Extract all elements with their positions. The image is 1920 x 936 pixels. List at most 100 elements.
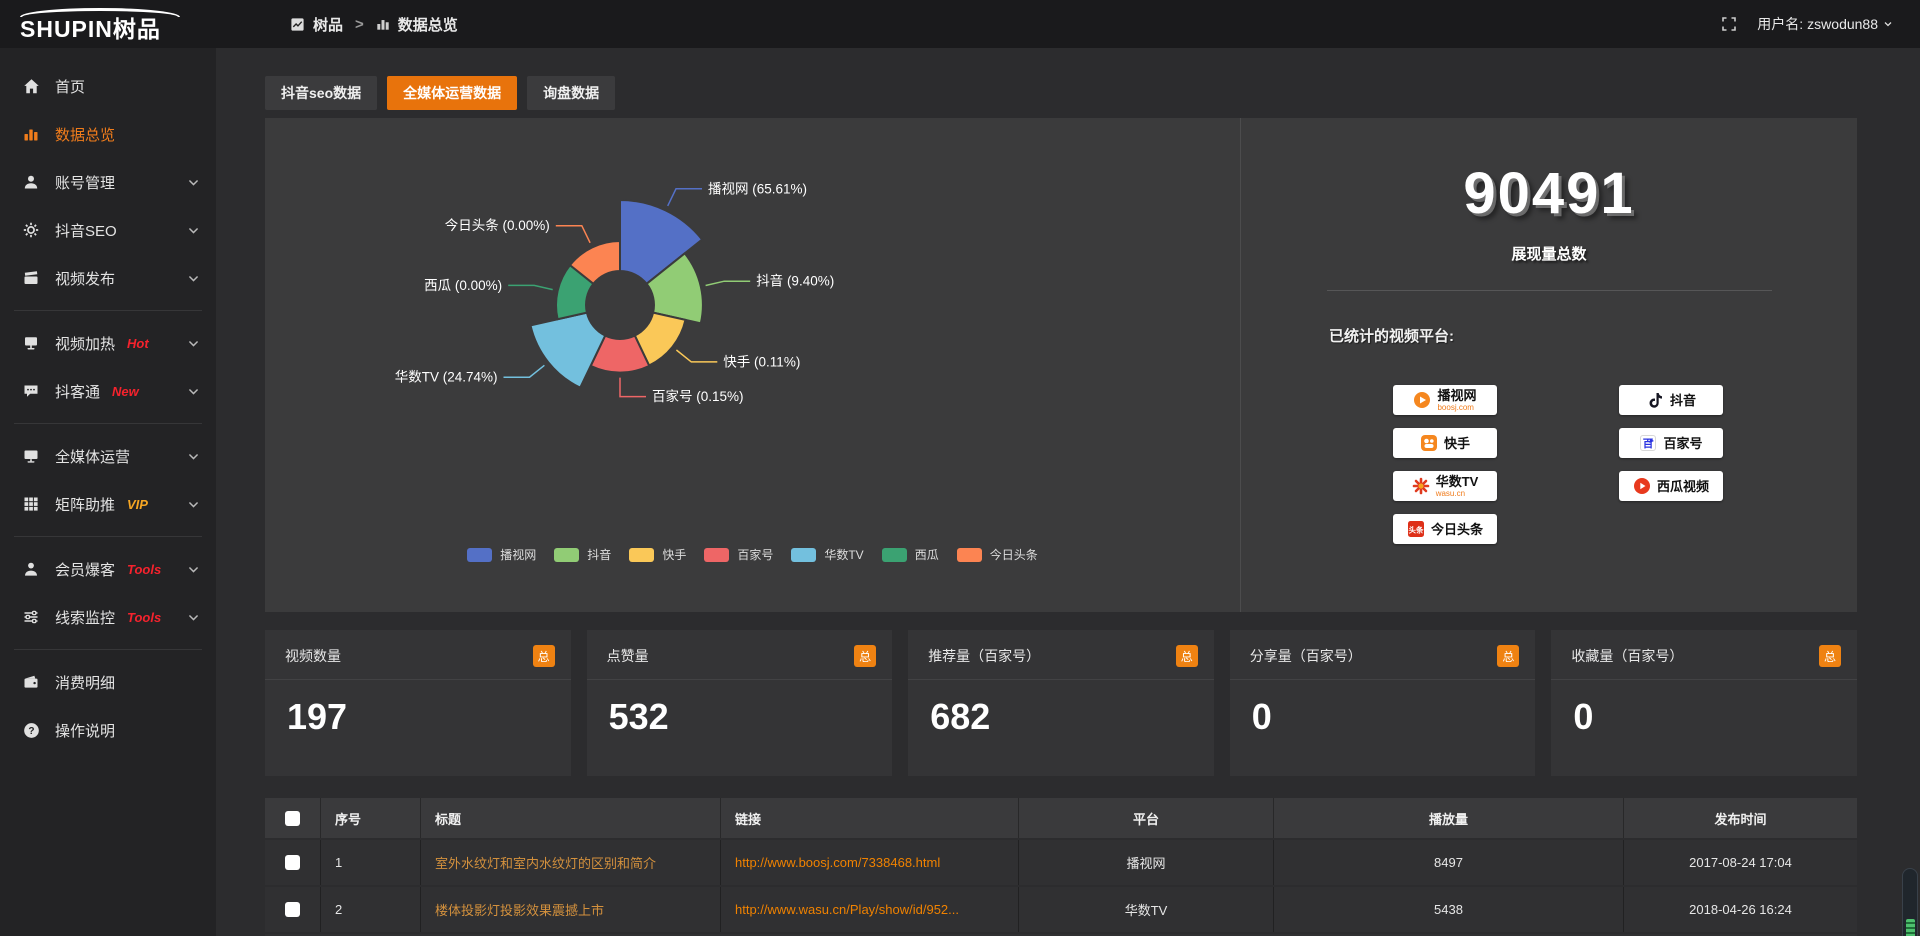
- sidebar-item-chat[interactable]: 抖客通New: [0, 367, 216, 415]
- sidebar-item-question[interactable]: ? 操作说明: [0, 706, 216, 754]
- legend-label: 西瓜: [915, 546, 939, 563]
- pie-label: 西瓜 (0.00%): [424, 278, 502, 293]
- tab-1[interactable]: 抖音seo数据: [265, 76, 377, 110]
- video-title-link[interactable]: 楼体投影灯投影效果震撼上市: [435, 900, 604, 919]
- app-window: SHUPIN树品 树品 > 数据总览 用户名: zswodun88 首页数据总览…: [0, 0, 1920, 936]
- user-icon: [22, 174, 40, 190]
- legend-item-西瓜[interactable]: 西瓜: [882, 546, 939, 563]
- column-header: 平台: [1019, 798, 1274, 838]
- sidebar-item-label: 会员爆客: [55, 559, 115, 580]
- legend-swatch: [554, 548, 579, 562]
- legend-item-百家号[interactable]: 百家号: [704, 546, 773, 563]
- row-index: 2: [321, 887, 421, 932]
- chevron-down-icon: [187, 563, 200, 576]
- sidebar-item-gear[interactable]: 抖音SEO: [0, 206, 216, 254]
- video-url-link[interactable]: http://www.boosj.com/7338468.html: [735, 855, 940, 870]
- fullscreen-icon[interactable]: [1721, 16, 1737, 32]
- pie-label-line: [508, 285, 553, 289]
- chevron-down-icon: [187, 224, 200, 237]
- pie-label-line: [620, 378, 646, 397]
- video-url-link[interactable]: http://www.wasu.cn/Play/show/id/952...: [735, 902, 959, 917]
- sidebar-item-wallet[interactable]: 消费明细: [0, 658, 216, 706]
- videos-table: 序号标题链接平台播放量发布时间1室外水纹灯和室内水纹灯的区别和简介http://…: [265, 798, 1857, 936]
- platform-name: 华数TV: [1436, 475, 1479, 488]
- sidebar-item-badge: VIP: [127, 497, 148, 512]
- pie-svg: 播视网 (65.61%)抖音 (9.40%)快手 (0.11%)百家号 (0.1…: [265, 118, 1240, 612]
- sidebar-item-badge: Tools: [127, 610, 161, 625]
- select-all-cell: [265, 798, 321, 838]
- legend-item-今日头条[interactable]: 今日头条: [957, 546, 1038, 563]
- platforms-label: 已统计的视频平台:: [1329, 325, 1857, 346]
- legend-label: 今日头条: [990, 546, 1038, 563]
- rose-pie-chart: 播视网 (65.61%)抖音 (9.40%)快手 (0.11%)百家号 (0.1…: [265, 118, 1240, 612]
- chevron-down-icon: [187, 385, 200, 398]
- breadcrumb-root[interactable]: 树品: [313, 14, 343, 35]
- sidebar-item-badge: New: [112, 384, 139, 399]
- sidebar-item-label: 全媒体运营: [55, 446, 130, 467]
- breadcrumb-current[interactable]: 数据总览: [398, 14, 458, 35]
- video-title-link[interactable]: 室外水纹灯和室内水纹灯的区别和简介: [435, 853, 656, 872]
- overview-panel: 播视网 (65.61%)抖音 (9.40%)快手 (0.11%)百家号 (0.1…: [265, 118, 1857, 612]
- scrollbar-thumb[interactable]: [1906, 919, 1915, 936]
- sidebar-item-monitor[interactable]: 全媒体运营: [0, 432, 216, 480]
- total-badge: 总: [1819, 645, 1841, 667]
- svg-text:头条: 头条: [1408, 525, 1424, 535]
- sidebar-item-heat[interactable]: 视频加热Hot: [0, 319, 216, 367]
- sidebar-item-user[interactable]: 账号管理: [0, 158, 216, 206]
- row-platform: 播视网: [1019, 840, 1274, 885]
- pie-slice-华数TV[interactable]: [531, 313, 606, 388]
- sidebar-item-chart[interactable]: 数据总览: [0, 110, 216, 158]
- tab-3[interactable]: 询盘数据: [527, 76, 615, 110]
- pie-label-line: [668, 189, 702, 206]
- stat-card-title: 收藏量（百家号）: [1571, 646, 1683, 666]
- platform-badge-toutiao: 头条今日头条: [1393, 514, 1497, 544]
- sidebar-divider: [14, 423, 202, 424]
- stat-card-title: 分享量（百家号）: [1250, 646, 1362, 666]
- stat-card-title: 推荐量（百家号）: [928, 646, 1040, 666]
- row-plays: 5438: [1274, 887, 1624, 932]
- sidebar-item-label: 矩阵助推: [55, 494, 115, 515]
- sidebar-item-person[interactable]: 会员爆客Tools: [0, 545, 216, 593]
- legend-item-快手[interactable]: 快手: [629, 546, 686, 563]
- total-badge: 总: [1176, 645, 1198, 667]
- gear-icon: [22, 222, 40, 238]
- sidebar-item-label: 操作说明: [55, 720, 115, 741]
- sidebar: 首页数据总览账号管理抖音SEO视频发布视频加热Hot抖客通New 全媒体运营矩阵助…: [0, 48, 216, 936]
- stat-card-4: 分享量（百家号）总0: [1230, 630, 1536, 776]
- pie-label-line: [556, 226, 590, 243]
- tab-2[interactable]: 全媒体运营数据: [387, 76, 517, 110]
- table-row: 2 楼体投影灯投影效果震撼上市 http://www.wasu.cn/Play/sh…: [265, 887, 1857, 932]
- pie-label: 抖音 (9.40%): [756, 273, 834, 289]
- chevron-down-icon: [187, 498, 200, 511]
- user-menu[interactable]: 用户名: zswodun88: [1757, 14, 1894, 34]
- stat-card-header: 收藏量（百家号） 总: [1551, 630, 1857, 680]
- select-all-checkbox[interactable]: [285, 811, 300, 826]
- sidebar-item-home[interactable]: 首页: [0, 62, 216, 110]
- platform-badge-wasu: 华数TVwasu.cn: [1393, 471, 1497, 501]
- chevron-down-icon: [1882, 18, 1894, 30]
- summary-zone: 90491 展现量总数 已统计的视频平台: 播视网boosj.com快手华数TV…: [1240, 118, 1857, 612]
- column-header: 序号: [321, 798, 421, 838]
- sidebar-item-sliders[interactable]: 线索监控 Tools: [0, 593, 216, 641]
- legend-swatch: [629, 548, 654, 562]
- platform-name: 播视网: [1437, 389, 1476, 402]
- sidebar-item-grid[interactable]: 矩阵助推 VIP: [0, 480, 216, 528]
- legend-item-抖音[interactable]: 抖音: [554, 546, 611, 563]
- legend-item-播视网[interactable]: 播视网: [467, 546, 536, 563]
- legend-swatch: [791, 548, 816, 562]
- row-checkbox[interactable]: [285, 902, 300, 917]
- row-checkbox[interactable]: [285, 855, 300, 870]
- legend-item-华数TV[interactable]: 华数TV: [791, 546, 863, 563]
- stat-card-value: 532: [587, 680, 893, 738]
- data-tabs: 抖音seo数据全媒体运营数据询盘数据: [265, 76, 615, 110]
- row-plays: 8497: [1274, 840, 1624, 885]
- stat-card-value: 0: [1551, 680, 1857, 738]
- question-icon: ?: [22, 722, 40, 739]
- pie-label: 华数TV (24.74%): [395, 370, 498, 385]
- sidebar-item-label: 线索监控: [55, 607, 115, 628]
- platform-badge-xigua: 西瓜视频: [1619, 471, 1723, 501]
- stat-card-header: 视频数量总: [265, 630, 571, 680]
- sidebar-item-label: 数据总览: [55, 124, 115, 145]
- sidebar-item-clapper[interactable]: 视频发布: [0, 254, 216, 302]
- chat-icon: [22, 383, 40, 399]
